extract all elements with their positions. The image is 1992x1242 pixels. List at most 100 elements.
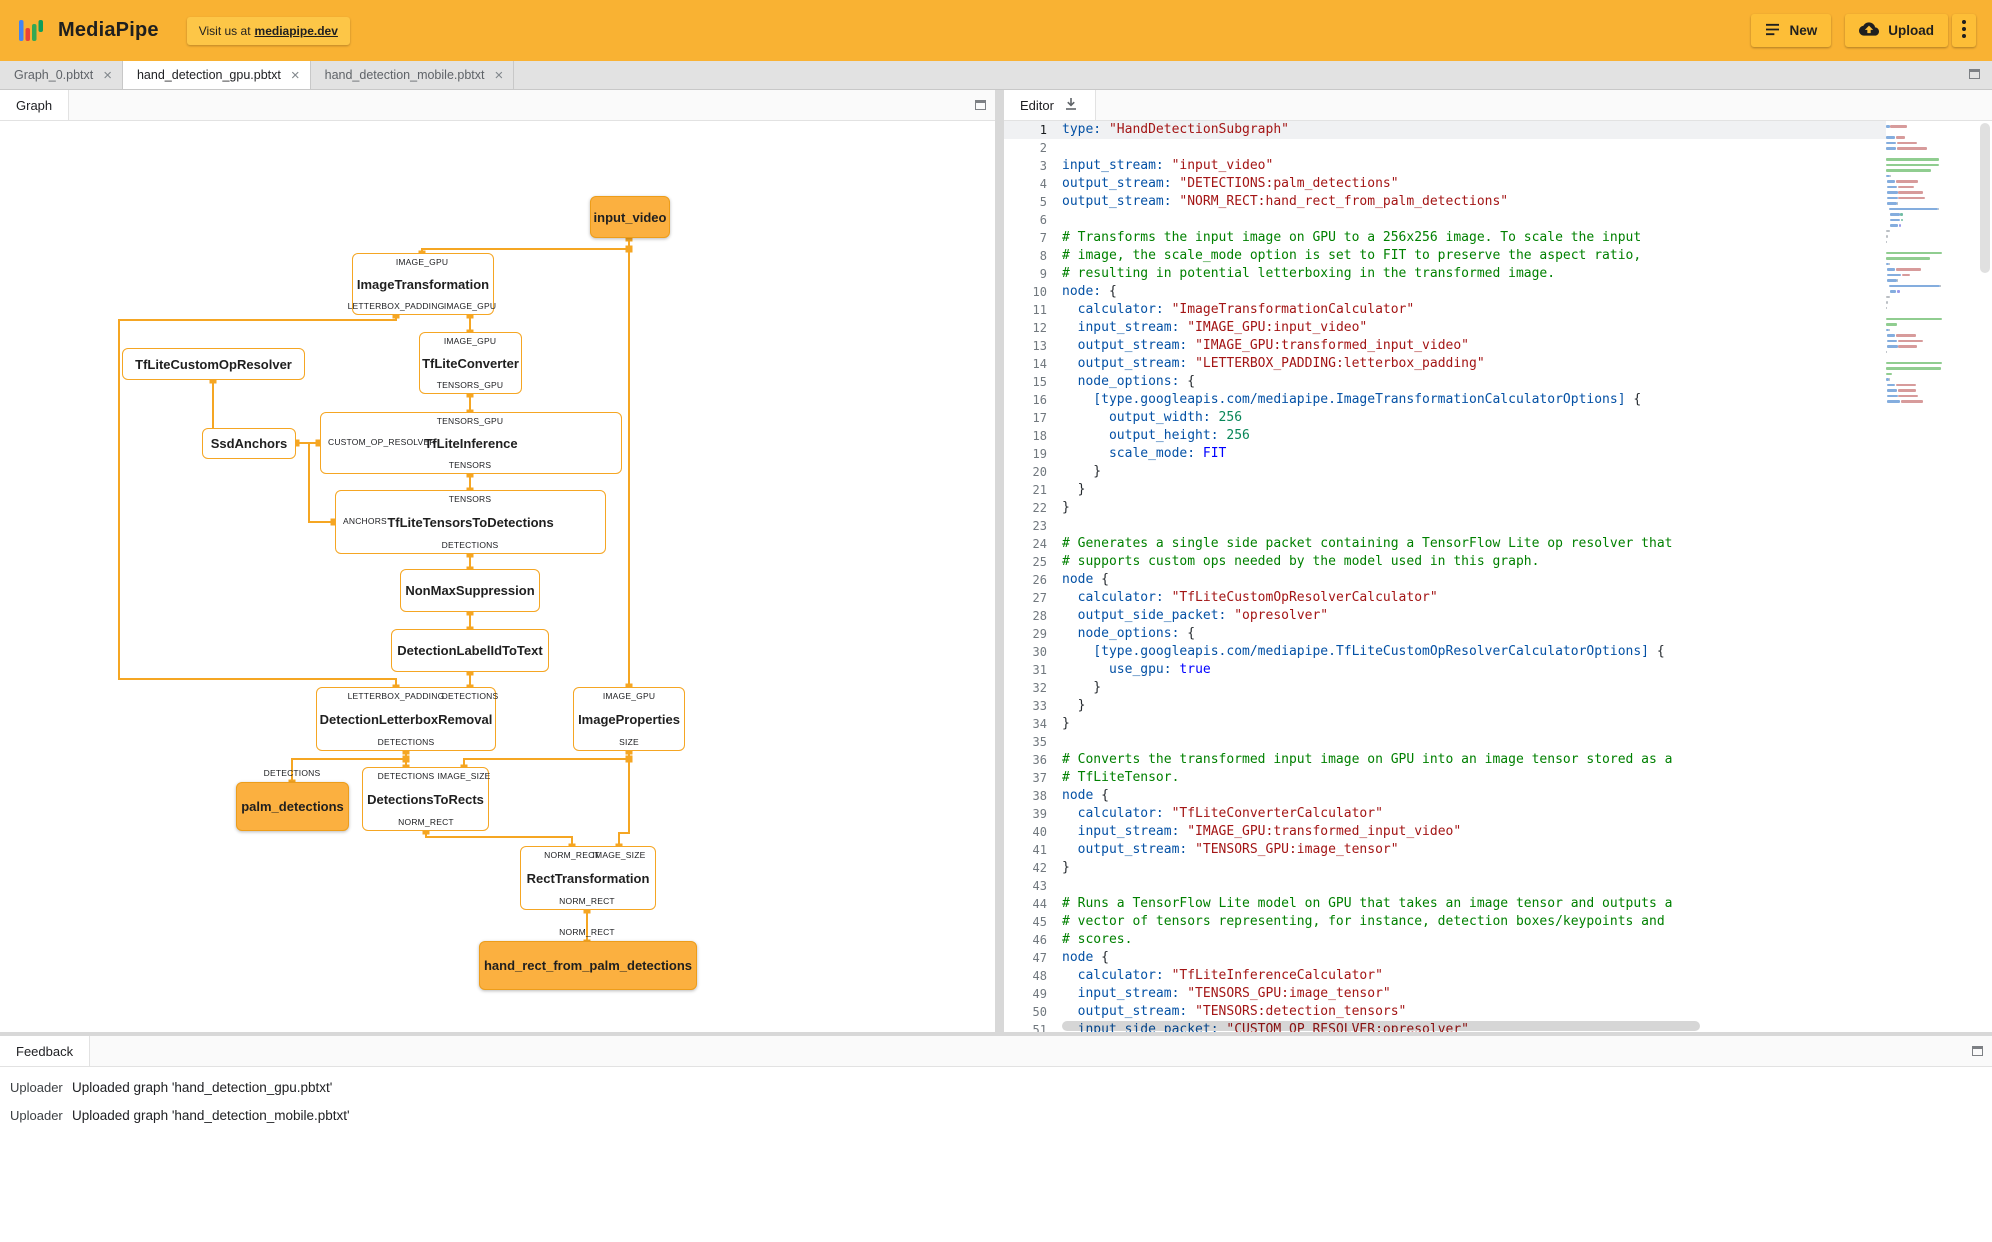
code-line[interactable]: 39 calculator: "TfLiteConverterCalculato… bbox=[1004, 805, 1992, 823]
file-tab-bar: Graph_0.pbtxt × hand_detection_gpu.pbtxt × h… bbox=[0, 61, 1992, 90]
minimap-line bbox=[1886, 317, 1943, 320]
line-number: 49 bbox=[1032, 987, 1047, 1001]
code-line[interactable]: 6 bbox=[1004, 211, 1992, 229]
code-line[interactable]: 42} bbox=[1004, 859, 1992, 877]
graph-tab[interactable]: Graph bbox=[0, 90, 70, 120]
node-title: ImageTransformation bbox=[356, 276, 490, 292]
code-line[interactable]: 7 # Transforms the input image on GPU to … bbox=[1004, 229, 1992, 247]
code-line[interactable]: 24 # Generates a single side packet conta… bbox=[1004, 535, 1992, 553]
port-label: TENSORS_GPU bbox=[436, 416, 504, 426]
feedback-tab[interactable]: Feedback bbox=[0, 1036, 91, 1066]
code-line[interactable]: 13 output_stream: "IMAGE_GPU:transformed… bbox=[1004, 337, 1992, 355]
code-line[interactable]: 16 [type.googleapis.com/mediapipe.ImageT… bbox=[1004, 391, 1992, 409]
code-line[interactable]: 2 bbox=[1004, 139, 1992, 157]
code-line[interactable]: 33 } bbox=[1004, 697, 1992, 715]
code-line[interactable]: 35 bbox=[1004, 733, 1992, 751]
code-line[interactable]: 10 node: { bbox=[1004, 283, 1992, 301]
editor-vertical-scrollbar[interactable] bbox=[1978, 121, 1992, 1032]
code-line[interactable]: 41 output_stream: "TENSORS_GPU:image_ten… bbox=[1004, 841, 1992, 859]
code-line[interactable]: 5 output_stream: "NORM_RECT:hand_rect_fro… bbox=[1004, 193, 1992, 211]
code-line[interactable]: 15 node_options: { bbox=[1004, 373, 1992, 391]
scrollbar-thumb[interactable] bbox=[1062, 1021, 1701, 1031]
code-line[interactable]: 47 node { bbox=[1004, 949, 1992, 967]
code-line[interactable]: 8 # image, the scale_mode option is set t… bbox=[1004, 247, 1992, 265]
code-line[interactable]: 18 output_height: 256 bbox=[1004, 427, 1992, 445]
minimap-line bbox=[1887, 345, 1898, 348]
expand-editor-panel-icon[interactable] bbox=[1969, 69, 1980, 79]
code-line[interactable]: 36 # Converts the transformed input image… bbox=[1004, 751, 1992, 769]
code-line[interactable]: 27 calculator: "TfLiteCustomOpResolverCa… bbox=[1004, 589, 1992, 607]
node-title: TfLiteTensorsToDetections bbox=[387, 514, 554, 530]
calculator-node-TfLiteCustomOpResolver[interactable]: TfLiteCustomOpResolver bbox=[122, 348, 305, 380]
tab-close-icon[interactable]: × bbox=[291, 68, 300, 83]
line-number: 38 bbox=[1032, 789, 1047, 803]
code-line[interactable]: 44 # Runs a TensorFlow Lite model on GPU … bbox=[1004, 895, 1992, 913]
code-line[interactable]: 31 use_gpu: true bbox=[1004, 661, 1992, 679]
code-line[interactable]: 20 } bbox=[1004, 463, 1992, 481]
graph-canvas[interactable]: input_video ImageTransformation IMAGE_GPU L… bbox=[0, 121, 995, 1032]
code-line[interactable]: 28 output_side_packet: "opresolver" bbox=[1004, 607, 1992, 625]
download-icon[interactable] bbox=[1063, 96, 1079, 115]
code-line[interactable]: 23 bbox=[1004, 517, 1992, 535]
port-label: IMAGE_SIZE bbox=[437, 771, 491, 781]
expand-graph-panel-icon[interactable] bbox=[975, 100, 986, 110]
code-line[interactable]: 30 [type.googleapis.com/mediapipe.TfLite… bbox=[1004, 643, 1992, 661]
code-line[interactable]: 45 # vector of tensors representing, for … bbox=[1004, 913, 1992, 931]
code-line[interactable]: 38 node { bbox=[1004, 787, 1992, 805]
code-line[interactable]: 11 calculator: "ImageTransformationCalcu… bbox=[1004, 301, 1992, 319]
code-line[interactable]: 4 output_stream: "DETECTIONS:palm_detecti… bbox=[1004, 175, 1992, 193]
code-line[interactable]: 49 input_stream: "TENSORS_GPU:image_tens… bbox=[1004, 985, 1992, 1003]
code-line[interactable]: 17 output_width: 256 bbox=[1004, 409, 1992, 427]
code-line[interactable]: 1 type: "HandDetectionSubgraph" bbox=[1004, 121, 1992, 139]
tab-close-icon[interactable]: × bbox=[103, 68, 112, 83]
code-line[interactable]: 43 bbox=[1004, 877, 1992, 895]
new-button[interactable]: New bbox=[1751, 14, 1832, 47]
calculator-node-SsdAnchors[interactable]: SsdAnchors bbox=[202, 428, 296, 459]
calculator-node-DetectionLabelIdToText[interactable]: DetectionLabelIdToText bbox=[391, 629, 549, 672]
port-label: TENSORS bbox=[448, 494, 492, 504]
minimap-line bbox=[1887, 334, 1896, 337]
editor-minimap[interactable] bbox=[1886, 121, 1978, 1032]
expand-feedback-panel-icon[interactable] bbox=[1972, 1046, 1983, 1056]
file-tab[interactable]: hand_detection_mobile.pbtxt × bbox=[311, 61, 515, 89]
minimap-line bbox=[1887, 273, 1902, 276]
code-line[interactable]: 21 } bbox=[1004, 481, 1992, 499]
code-line[interactable]: 32 } bbox=[1004, 679, 1992, 697]
new-button-label: New bbox=[1789, 23, 1818, 38]
tab-close-icon[interactable]: × bbox=[494, 68, 503, 83]
line-number: 19 bbox=[1032, 447, 1047, 461]
code-line[interactable]: 25 # supports custom ops needed by the mo… bbox=[1004, 553, 1992, 571]
code-line[interactable]: 37 # TfLiteTensor. bbox=[1004, 769, 1992, 787]
editor-horizontal-scrollbar[interactable] bbox=[1062, 1021, 1880, 1031]
code-line[interactable]: 19 scale_mode: FIT bbox=[1004, 445, 1992, 463]
stream-node-input_video[interactable]: input_video bbox=[590, 196, 670, 238]
code-line[interactable]: 26 node { bbox=[1004, 571, 1992, 589]
code-line[interactable]: 48 calculator: "TfLiteInferenceCalculato… bbox=[1004, 967, 1992, 985]
stream-node-palm_detections[interactable]: palm_detections bbox=[236, 782, 349, 831]
code-line[interactable]: 12 input_stream: "IMAGE_GPU:input_video" bbox=[1004, 319, 1992, 337]
stream-node-hand_rect_from_palm_detections[interactable]: hand_rect_from_palm_detections bbox=[479, 941, 697, 990]
code-text: use_gpu: true bbox=[1108, 662, 1211, 677]
calculator-node-NonMaxSuppression[interactable]: NonMaxSuppression bbox=[400, 569, 540, 612]
mediapipe-dev-link[interactable]: mediapipe.dev bbox=[255, 24, 338, 38]
code-line[interactable]: 50 output_stream: "TENSORS:detection_ten… bbox=[1004, 1003, 1992, 1021]
minimap-line bbox=[1901, 273, 1911, 276]
code-line[interactable]: 40 input_stream: "IMAGE_GPU:transformed_… bbox=[1004, 823, 1992, 841]
scrollbar-thumb[interactable] bbox=[1980, 123, 1990, 273]
code-line[interactable]: 14 output_stream: "LETTERBOX_PADDING:let… bbox=[1004, 355, 1992, 373]
minimap-line bbox=[1888, 262, 1891, 265]
code-editor[interactable]: 1 type: "HandDetectionSubgraph" 2 3 input_st… bbox=[1004, 121, 1992, 1032]
editor-tab[interactable]: Editor bbox=[1004, 90, 1096, 120]
line-number: 33 bbox=[1032, 699, 1047, 713]
code-line[interactable]: 9 # resulting in potential letterboxing i… bbox=[1004, 265, 1992, 283]
code-line[interactable]: 34} bbox=[1004, 715, 1992, 733]
upload-button[interactable]: Upload bbox=[1845, 14, 1948, 47]
code-line[interactable]: 22} bbox=[1004, 499, 1992, 517]
code-line[interactable]: 29 node_options: { bbox=[1004, 625, 1992, 643]
file-tab[interactable]: Graph_0.pbtxt × bbox=[0, 61, 123, 89]
code-line[interactable]: 46 # scores. bbox=[1004, 931, 1992, 949]
file-tab[interactable]: hand_detection_gpu.pbtxt × bbox=[122, 61, 311, 89]
minimap-line bbox=[1940, 284, 1942, 287]
code-line[interactable]: 3 input_stream: "input_video" bbox=[1004, 157, 1992, 175]
more-options-button[interactable] bbox=[1952, 14, 1976, 47]
